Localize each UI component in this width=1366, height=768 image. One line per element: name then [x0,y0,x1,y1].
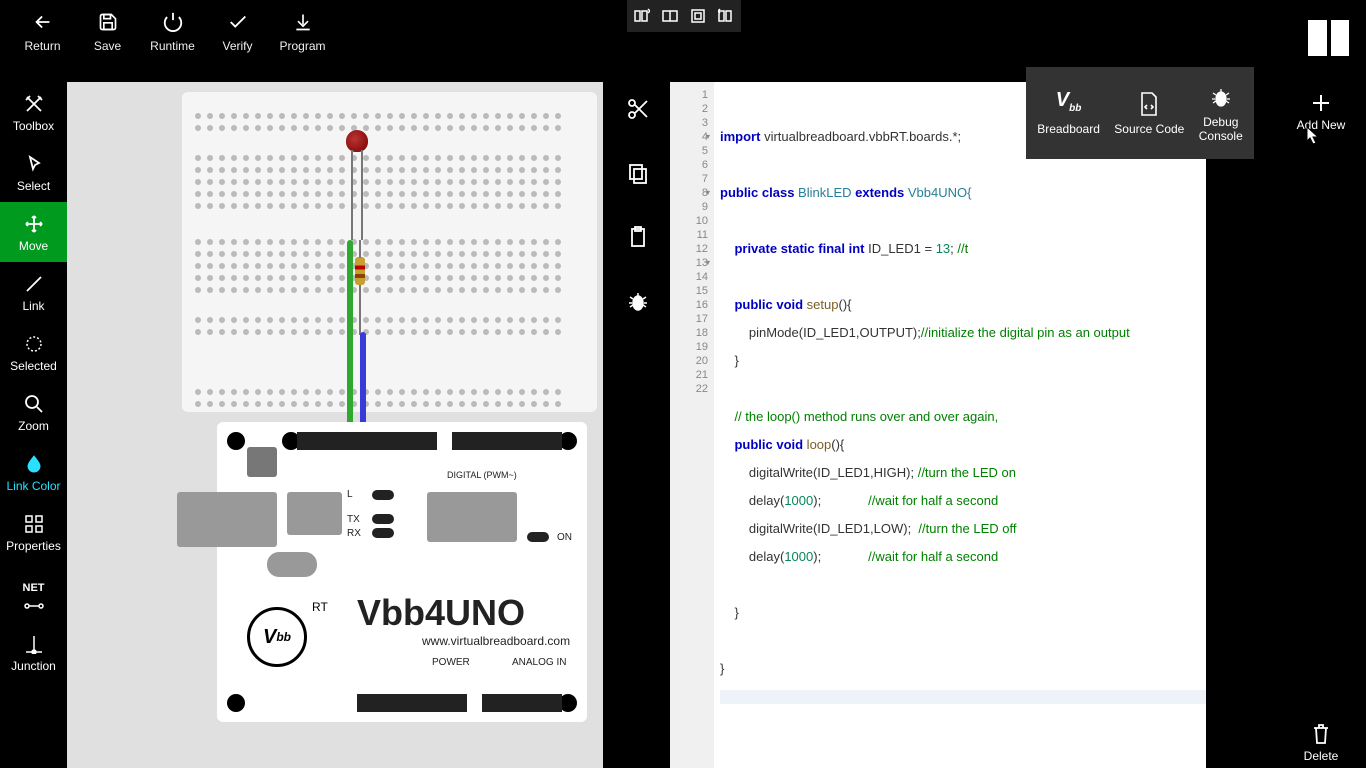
wire-green[interactable] [347,240,353,442]
paint-icon [24,452,44,476]
power-header [357,694,467,712]
led-leg [361,150,363,240]
design-canvas[interactable]: /* rows drawn below via JS */ DIGITAL (P… [67,82,603,768]
bug-icon [1210,83,1232,111]
move-button[interactable]: Move [0,202,67,262]
mount-hole-icon [227,432,245,450]
add-new-button[interactable]: Add New [1276,82,1366,132]
pointer-icon [24,152,44,176]
reset-button-icon [247,447,277,477]
bug-icon [627,290,649,312]
code-editor[interactable]: 1234▾5678▾910111213▾141516171819202122 i… [670,82,1206,768]
zoom-icon [24,392,44,416]
chip-icon [287,492,342,535]
vbb-glyph-icon: Vbb [1056,90,1082,118]
runtime-button[interactable]: Runtime [140,5,205,53]
selected-button[interactable]: Selected [0,322,67,382]
tools-icon [24,92,44,116]
vbb-logo-icon: Vbb [247,607,307,667]
resistor-leg [359,240,361,258]
net-line-icon [24,603,44,609]
resistor-leg [359,285,361,335]
clipboard-icon [627,226,649,248]
led-indicator-icon [372,528,394,538]
rt-label: RT [312,600,328,614]
junction-button[interactable]: Junction [0,622,67,682]
led-indicator-icon [527,532,549,542]
led-component[interactable] [346,130,368,152]
check-icon [227,9,249,35]
arrow-left-icon [32,9,54,35]
power-label: POWER [432,657,470,668]
save-button[interactable]: Save [75,5,140,53]
breadboard-component[interactable]: /* rows drawn below via JS */ [182,92,597,412]
editor-code-area[interactable]: import virtualbreadboard.vbbRT.boards.*;… [714,82,1206,768]
add-new-submenu: Vbb Breadboard Source Code DebugConsole [1026,67,1254,159]
source-code-option[interactable]: Source Code [1114,90,1184,136]
mcu-chip-icon [427,492,517,542]
led-indicator-icon [372,514,394,524]
led-indicator-icon [372,490,394,500]
layout-option-1[interactable] [633,7,651,25]
copy-button[interactable] [625,160,651,186]
link-color-button[interactable]: Link Color [0,442,67,502]
scissors-icon [627,98,649,120]
delete-button[interactable]: Delete [1276,723,1366,763]
digital-header-1 [297,432,437,450]
led-rx-label: RX [347,528,361,539]
copy-icon [627,162,649,184]
link-button[interactable]: Link [0,262,67,322]
net-icon: NET [23,576,45,600]
select-button[interactable]: Select [0,142,67,202]
download-icon [293,9,313,35]
debug-button[interactable] [625,288,651,314]
window-layout-group [627,0,741,32]
grid-icon [24,512,44,536]
led-leg [351,150,353,240]
verify-button[interactable]: Verify [205,5,270,53]
digital-label: DIGITAL (PWM~) [447,470,517,480]
led-tx-label: TX [347,514,360,525]
cut-button[interactable] [625,96,651,122]
analog-header [482,694,562,712]
trash-icon [1311,723,1331,745]
layout-option-2[interactable] [661,7,679,25]
save-icon [98,9,118,35]
analog-label: ANALOG IN [512,657,566,668]
line-icon [24,272,44,296]
program-button[interactable]: Program [270,5,335,53]
led-l-label: L [347,489,353,500]
debug-console-option[interactable]: DebugConsole [1199,83,1243,143]
plus-icon [1310,92,1332,114]
split-view-toggle[interactable] [1306,18,1351,58]
breadboard-option[interactable]: Vbb Breadboard [1037,90,1100,136]
return-button[interactable]: Return [10,5,75,53]
file-code-icon [1138,90,1160,118]
properties-button[interactable]: Properties [0,502,67,562]
board-title: Vbb4UNO [357,592,525,634]
net-button[interactable]: NET [0,562,67,622]
editor-gutter: 1234▾5678▾910111213▾141516171819202122 [670,82,714,768]
toolbox-button[interactable]: Toolbox [0,82,67,142]
board-website: www.virtualbreadboard.com [422,634,570,648]
zoom-button[interactable]: Zoom [0,382,67,442]
arduino-board[interactable]: DIGITAL (PWM~) L TX RX ON Vbb RT Vbb4UNO… [217,422,587,722]
mount-hole-icon [227,694,245,712]
usb-port-icon [177,492,277,547]
paste-button[interactable] [625,224,651,250]
power-icon [162,9,184,35]
layout-option-3[interactable] [689,7,707,25]
resistor-component[interactable] [355,257,365,285]
digital-header-2 [452,432,562,450]
junction-icon [24,632,44,656]
led-on-label: ON [557,532,572,543]
move-icon [24,212,44,236]
dashed-circle-icon [24,332,44,356]
capacitor-icon [267,552,317,577]
layout-option-4[interactable] [717,7,735,25]
